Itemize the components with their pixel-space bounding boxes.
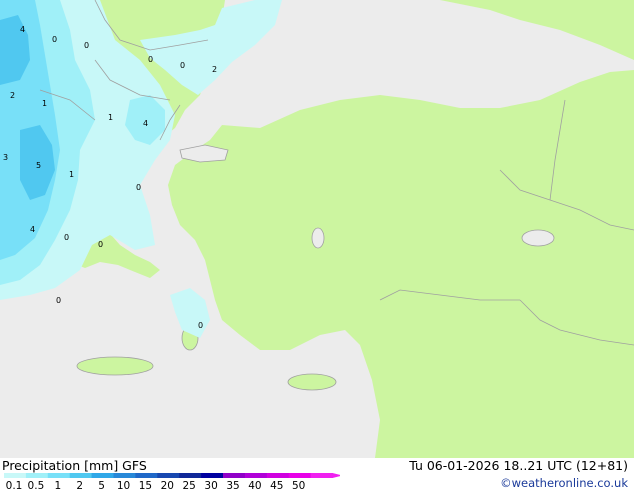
contour-label: 5 [36, 161, 41, 170]
legend-swatch [113, 473, 136, 478]
contour-label: 0 [180, 61, 185, 70]
contour-label: 2 [212, 65, 217, 74]
legend-tick-label: 15 [139, 480, 152, 490]
legend-tick-label: 10 [117, 480, 130, 490]
legend-tick-label: 25 [183, 480, 196, 490]
legend-swatch [288, 473, 312, 478]
legend-tick-label: 20 [161, 480, 174, 490]
tuz-lake [311, 227, 325, 249]
precipitation-legend: 0.1 0.5 1 2 5 10 15 20 25 30 35 40 45 50 [4, 473, 340, 490]
crete-island [76, 356, 154, 376]
legend-swatch [47, 473, 71, 478]
contour-label: 0 [198, 321, 203, 330]
contour-label: 4 [20, 25, 25, 34]
legend-swatch [201, 473, 224, 478]
legend-swatch [244, 473, 268, 478]
site-credit[interactable]: ©weatheronline.co.uk [500, 476, 628, 490]
legend-swatch [310, 473, 333, 478]
contour-label: 0 [148, 55, 153, 64]
contour-label: 3 [3, 153, 8, 162]
legend-tick-label: 0.1 [6, 480, 23, 490]
contour-label: 4 [143, 119, 148, 128]
contour-label: 1 [69, 170, 74, 179]
legend-swatch [69, 473, 93, 478]
contour-label: 2 [10, 91, 15, 100]
valid-time: Tu 06-01-2026 18..21 UTC (12+81) [409, 458, 628, 473]
legend-tick-label: 50 [292, 480, 305, 490]
contour-label: 0 [56, 296, 61, 305]
legend-tick-label: 30 [204, 480, 217, 490]
contour-label: 0 [136, 183, 141, 192]
legend-tick-label: 2 [76, 480, 83, 490]
legend-swatch [157, 473, 180, 478]
contour-label: 0 [64, 233, 69, 242]
contour-label: 4 [30, 225, 35, 234]
contour-label: 1 [108, 113, 113, 122]
legend-tick-label: 35 [226, 480, 239, 490]
van-lake [521, 229, 555, 247]
contour-label: 1 [42, 99, 47, 108]
legend-swatch [91, 473, 114, 478]
legend-swatch [266, 473, 290, 478]
legend-swatch [135, 473, 158, 478]
map-title: Precipitation [mm] GFS [2, 458, 147, 473]
contour-label: 0 [98, 240, 103, 249]
legend-swatch [4, 473, 27, 478]
legend-swatch [223, 473, 246, 478]
contour-label: 0 [52, 35, 57, 44]
legend-tick-label: 0.5 [28, 480, 45, 490]
legend-swatch [179, 473, 202, 478]
legend-tick-label: 40 [248, 480, 261, 490]
legend-swatch [25, 473, 49, 478]
legend-tick-label: 5 [98, 480, 105, 490]
legend-arrow [332, 473, 340, 478]
precipitation-map: 4 0 0 0 0 2 1 2 1 4 3 5 1 0 4 0 0 0 0 [0, 0, 634, 458]
legend-tick-label: 1 [54, 480, 61, 490]
contour-label: 0 [84, 41, 89, 50]
legend-tick-label: 45 [270, 480, 283, 490]
cyprus-island [287, 373, 337, 391]
